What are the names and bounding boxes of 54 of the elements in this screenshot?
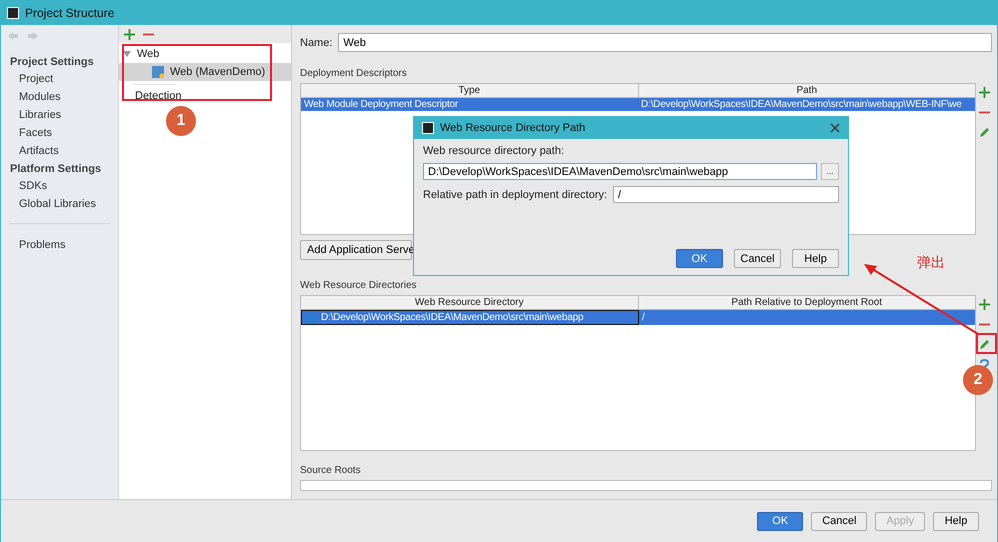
dialog-button[interactable]: OK xyxy=(757,512,804,530)
group-title: Web Resource Directories xyxy=(300,280,418,291)
group-title: Deployment Descriptors xyxy=(300,68,408,79)
name-field[interactable]: Web xyxy=(338,33,992,52)
browse-button[interactable]: ... xyxy=(821,163,839,180)
table-row[interactable]: D:\Develop\WorkSpaces\IDEA\MavenDemo\src\main\webapp / xyxy=(301,310,975,325)
tree-item[interactable]: Web xyxy=(119,45,291,63)
app-logo-icon xyxy=(422,122,434,134)
group-title: Source Roots xyxy=(300,465,362,476)
dialog-title: Web Resource Directory Path xyxy=(440,122,586,134)
sidebar-item[interactable]: Project xyxy=(1,70,118,88)
field-label: Relative path in deployment directory: xyxy=(423,188,608,200)
path-field[interactable]: D:\Develop\WorkSpaces\IDEA\MavenDemo\src\main\webapp xyxy=(423,163,817,180)
dialog-button[interactable]: OK xyxy=(676,249,723,268)
expand-triangle-icon[interactable] xyxy=(123,50,131,58)
column-header[interactable]: Path Relative to Deployment Root xyxy=(638,296,975,309)
highlight-frame xyxy=(976,333,997,354)
sidebar-item[interactable]: Libraries xyxy=(1,106,118,124)
module-icon xyxy=(152,66,164,78)
dialog-button[interactable]: Help xyxy=(933,512,979,530)
field-label: Web resource directory path: xyxy=(423,145,566,157)
sidebar-item[interactable]: Global Libraries xyxy=(1,195,118,213)
column-header[interactable]: Path xyxy=(638,84,975,97)
sidebar-item[interactable]: SDKs xyxy=(1,177,118,195)
window-title: Project Structure xyxy=(25,6,114,20)
column-header[interactable]: Type xyxy=(301,84,638,97)
app-logo-icon xyxy=(7,6,19,18)
add-server-button[interactable]: Add Application Serve xyxy=(300,240,412,260)
table-row[interactable]: Web Module Deployment Descriptor D:\Develop\WorkSpaces\IDEA\MavenDemo\src\main\webapp\WEB-INF\we xyxy=(301,98,975,111)
annotation-label: 弹出 xyxy=(917,254,945,272)
table-cell-text: D:\Develop\WorkSpaces\IDEA\MavenDemo\src\main\webapp\WEB-INF\we xyxy=(640,98,963,111)
table-cell: D:\Develop\WorkSpaces\IDEA\MavenDemo\src\main\webapp xyxy=(301,310,639,325)
add-icon[interactable] xyxy=(124,28,135,40)
add-icon[interactable] xyxy=(978,299,990,310)
dialog-button[interactable]: Cancel xyxy=(811,512,868,530)
dialog-button[interactable]: Help xyxy=(792,249,839,268)
table-cell-text: Web Module Deployment Descriptor xyxy=(303,98,460,111)
detection-item[interactable]: Detection xyxy=(119,88,291,104)
sidebar-item[interactable]: Problems xyxy=(1,236,118,254)
tree-item[interactable]: Web (MavenDemo) xyxy=(119,63,291,81)
dialog-button[interactable]: Cancel xyxy=(734,249,781,268)
name-label: Name: xyxy=(300,36,332,48)
sidebar-item[interactable]: Facets xyxy=(1,124,118,142)
close-icon[interactable] xyxy=(830,123,840,133)
column-header[interactable]: Web Resource Directory xyxy=(301,296,638,309)
add-icon[interactable] xyxy=(978,87,990,98)
pencil-icon[interactable] xyxy=(978,339,990,350)
pencil-icon[interactable] xyxy=(978,127,990,138)
sidebar-item[interactable]: Artifacts xyxy=(1,142,118,160)
table-cell-text: / xyxy=(641,311,646,325)
section-heading: Platform Settings xyxy=(9,162,102,177)
section-heading: Project Settings xyxy=(9,55,95,70)
sidebar-item[interactable]: Modules xyxy=(1,88,118,106)
relative-path-field[interactable]: / xyxy=(613,186,839,203)
